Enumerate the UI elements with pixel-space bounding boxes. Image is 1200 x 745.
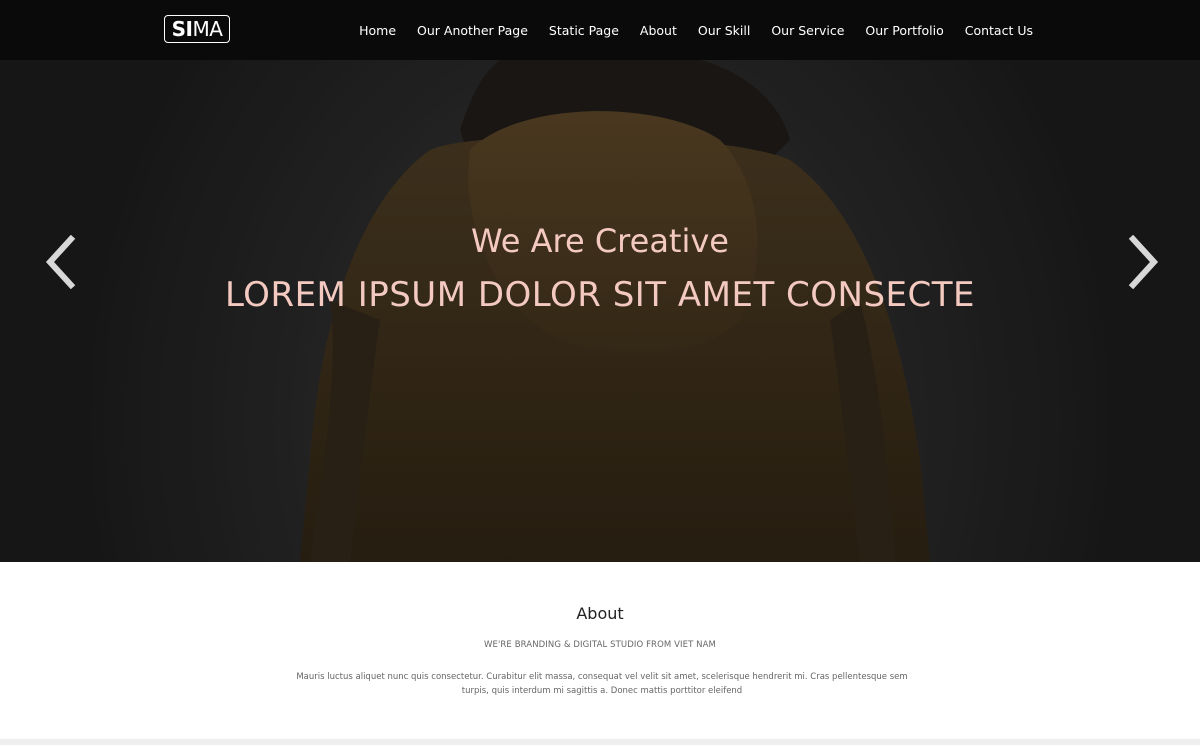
chevron-right-icon xyxy=(1128,235,1159,289)
nav-item-static-page[interactable]: Static Page xyxy=(549,23,619,38)
about-heading: About xyxy=(576,604,624,623)
chevron-left-icon xyxy=(45,235,76,289)
main-nav: Home Our Another Page Static Page About … xyxy=(338,0,1033,60)
hero-title: LOREM IPSUM DOLOR SIT AMET CONSECTE xyxy=(224,275,976,315)
top-navbar: SI MA Home Our Another Page Static Page A… xyxy=(0,0,1200,60)
nav-item-our-portfolio[interactable]: Our Portfolio xyxy=(865,23,943,38)
nav-item-home[interactable]: Home xyxy=(359,23,396,38)
slider-prev-button[interactable] xyxy=(40,232,80,292)
hero-slider: We Are Creative LOREM IPSUM DOLOR SIT AM… xyxy=(0,60,1200,562)
nav-item-our-service[interactable]: Our Service xyxy=(771,23,844,38)
section-divider xyxy=(0,739,1200,745)
sima-logo[interactable]: SI MA xyxy=(164,15,230,43)
slider-next-button[interactable] xyxy=(1124,232,1164,292)
nav-item-our-skill[interactable]: Our Skill xyxy=(698,23,750,38)
about-section: About WE'RE BRANDING & DIGITAL STUDIO FR… xyxy=(0,562,1200,740)
logo-bold-text: SI xyxy=(171,17,193,41)
about-description: Mauris luctus aliquet nunc quis consecte… xyxy=(296,672,908,696)
nav-item-about[interactable]: About xyxy=(640,23,677,38)
about-tagline: WE'RE BRANDING & DIGITAL STUDIO FROM VIE… xyxy=(484,640,716,650)
logo-thin-text: MA xyxy=(192,17,223,41)
nav-item-contact-us[interactable]: Contact Us xyxy=(965,23,1033,38)
hero-subtitle: We Are Creative xyxy=(471,222,729,260)
nav-item-our-another-page[interactable]: Our Another Page xyxy=(417,23,528,38)
